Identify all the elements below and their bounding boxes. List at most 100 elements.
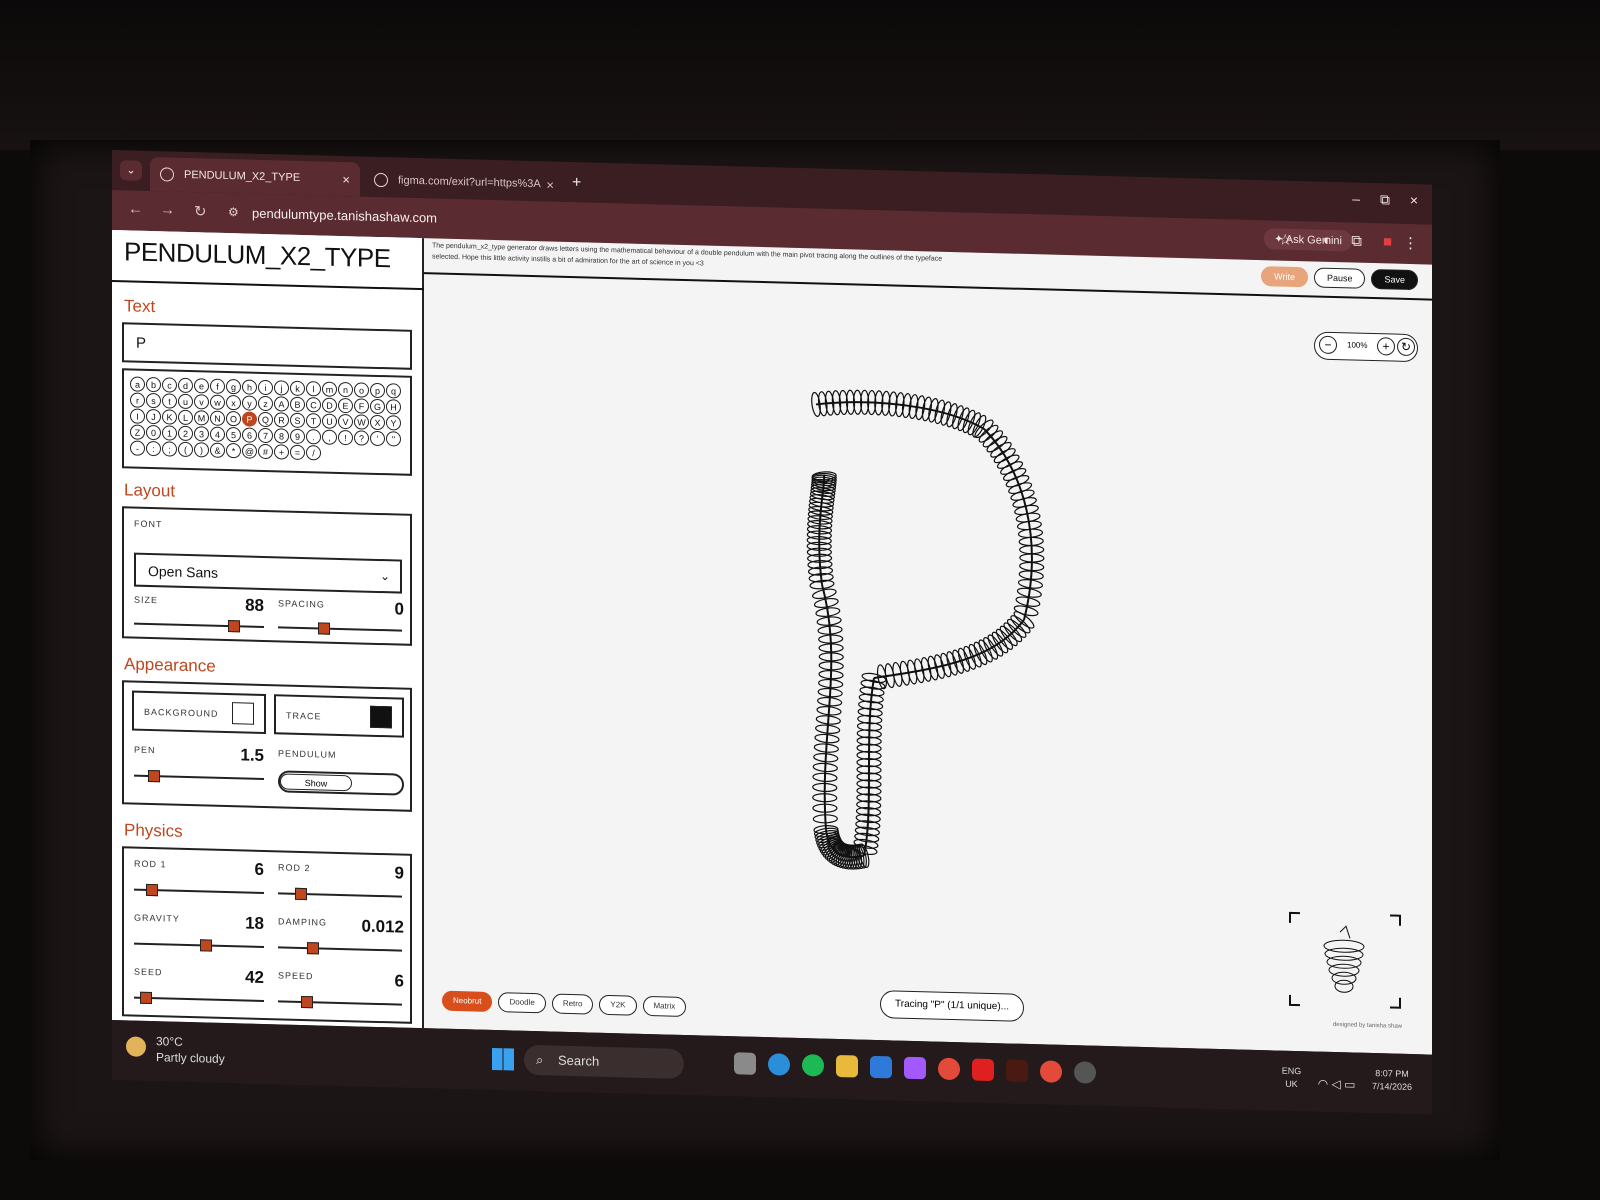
taskbar-search[interactable]: ⌕ Search (524, 1044, 684, 1079)
bookmark-star-icon[interactable]: ☆ (1279, 231, 1292, 249)
menu-kebab-icon[interactable]: ⋮ (1403, 234, 1418, 252)
weather-widget[interactable]: 30°C Partly cloudy (126, 1032, 225, 1067)
spacing-slider[interactable] (278, 622, 402, 635)
spacing-slider-handle[interactable] (318, 622, 330, 635)
tab-close-icon[interactable]: × (546, 177, 554, 192)
media-player-icon[interactable] (1074, 1061, 1096, 1084)
glyph-button[interactable]: e (194, 378, 209, 394)
glyph-button[interactable]: O (226, 410, 241, 427)
restore-button[interactable]: ⧉ (1380, 191, 1390, 208)
glyph-button[interactable]: t (162, 393, 177, 409)
glyph-button[interactable]: b (146, 376, 161, 393)
glyph-button[interactable]: q (386, 383, 401, 399)
glyph-button[interactable]: R (274, 412, 289, 428)
extensions-puzzle-icon[interactable]: ⧉ (1351, 232, 1362, 249)
glyph-button[interactable]: c (162, 377, 177, 393)
glyph-button[interactable]: ( (178, 441, 193, 458)
glyph-button[interactable]: A (274, 396, 289, 412)
glyph-button[interactable]: r (130, 392, 145, 408)
glyph-button[interactable]: # (258, 443, 273, 460)
glyph-button[interactable]: a (130, 376, 145, 392)
damping-slider[interactable] (278, 942, 402, 955)
glyph-button[interactable]: I (130, 408, 145, 424)
extension-icon[interactable]: ◐ (1323, 232, 1332, 249)
pen-slider-handle[interactable] (148, 769, 160, 783)
glyph-button[interactable]: Q (258, 411, 273, 428)
size-slider-handle[interactable] (228, 620, 240, 633)
pen-slider[interactable] (134, 769, 264, 783)
glyph-button[interactable]: p (370, 382, 385, 399)
glyph-button[interactable]: Y (386, 415, 401, 431)
glyph-button[interactable]: - (130, 440, 145, 456)
save-button[interactable]: Save (1371, 268, 1418, 291)
new-tab-button[interactable]: + (572, 174, 581, 192)
glyph-button[interactable]: n (338, 381, 353, 398)
tab-pendulum[interactable]: PENDULUM_X2_TYPE × (150, 156, 360, 197)
glyph-button[interactable]: 5 (226, 426, 241, 443)
glyph-button[interactable]: 2 (178, 425, 193, 442)
glyph-button[interactable]: / (306, 445, 321, 461)
glyph-button[interactable]: 6 (242, 427, 257, 443)
glyph-button[interactable]: f (210, 378, 225, 394)
spotify-icon[interactable] (802, 1054, 824, 1077)
url-field[interactable]: pendulumtype.tanishashaw.com (252, 206, 437, 226)
glyph-button[interactable]: * (226, 442, 241, 459)
write-button[interactable]: Write (1261, 266, 1308, 288)
glyph-button[interactable]: U (322, 413, 337, 429)
glyph-button[interactable]: d (178, 377, 193, 394)
glyph-button[interactable]: . (306, 429, 321, 445)
glyph-button[interactable]: ? (354, 430, 369, 446)
size-slider[interactable] (134, 620, 264, 633)
site-settings-icon[interactable]: ⚙ (228, 205, 239, 219)
glyph-button[interactable]: w (210, 394, 225, 410)
speed-slider[interactable] (278, 995, 402, 1009)
theme-neobrut-button[interactable]: Neobrut (442, 990, 493, 1012)
profile-icon[interactable]: ■ (1383, 233, 1392, 250)
glyph-button[interactable]: = (290, 444, 305, 461)
clock[interactable]: 8:07 PM 7/14/2026 (1372, 1067, 1412, 1094)
glyph-button[interactable]: 0 (146, 424, 161, 441)
file-explorer-icon[interactable] (836, 1054, 858, 1078)
glyph-button[interactable]: P (242, 411, 257, 427)
glyph-button[interactable]: 1 (162, 425, 177, 441)
glyph-button[interactable]: V (338, 413, 353, 430)
window-close-button[interactable]: × (1410, 192, 1418, 208)
rod1-slider-handle[interactable] (146, 883, 158, 897)
font-select[interactable]: Open Sans ⌄ (134, 552, 402, 594)
pendulum-show-toggle[interactable]: Show (278, 770, 404, 796)
youtube-icon[interactable] (972, 1058, 994, 1082)
chrome-icon[interactable] (938, 1057, 960, 1081)
glyph-button[interactable]: ) (194, 442, 209, 458)
theme-retro-button[interactable]: Retro (551, 993, 594, 1015)
glyph-button[interactable]: , (322, 429, 337, 445)
theme-matrix-button[interactable]: Matrix (642, 995, 687, 1018)
glyph-button[interactable]: N (210, 410, 225, 426)
glyph-button[interactable]: C (306, 397, 321, 413)
glyph-button[interactable]: x (226, 394, 241, 411)
glyph-button[interactable]: S (290, 412, 305, 429)
background-color-picker[interactable]: BACKGROUND (132, 690, 266, 735)
glyph-button[interactable]: ' (370, 430, 385, 447)
glyph-button[interactable]: H (386, 399, 401, 415)
glyph-button[interactable]: o (354, 382, 369, 398)
glyph-button[interactable]: j (274, 380, 289, 396)
wifi-volume-battery-icon[interactable]: ◠ ◁ ▭ (1318, 1077, 1356, 1092)
glyph-button[interactable]: 4 (210, 426, 225, 442)
language-indicator[interactable]: ENG UK (1282, 1065, 1302, 1092)
glyph-button[interactable]: i (258, 379, 273, 396)
rod2-slider-handle[interactable] (295, 887, 307, 901)
glyph-button[interactable]: ! (338, 429, 353, 446)
glyph-button[interactable]: + (274, 444, 289, 460)
seed-slider[interactable] (134, 991, 264, 1005)
back-icon[interactable]: ← (128, 200, 143, 217)
glyph-button[interactable]: G (370, 398, 385, 415)
glyph-button[interactable]: u (178, 393, 193, 410)
glyph-button[interactable]: 8 (274, 428, 289, 444)
windows-start-icon[interactable] (492, 1047, 514, 1071)
glyph-button[interactable]: T (306, 413, 321, 429)
glyph-button[interactable]: 9 (290, 428, 305, 445)
ask-gemini-button[interactable]: ✦ Ask Gemini (1264, 228, 1352, 252)
tab-close-icon[interactable]: × (342, 172, 350, 187)
glyph-button[interactable]: W (354, 414, 369, 430)
glyph-button[interactable]: ; (162, 441, 177, 457)
